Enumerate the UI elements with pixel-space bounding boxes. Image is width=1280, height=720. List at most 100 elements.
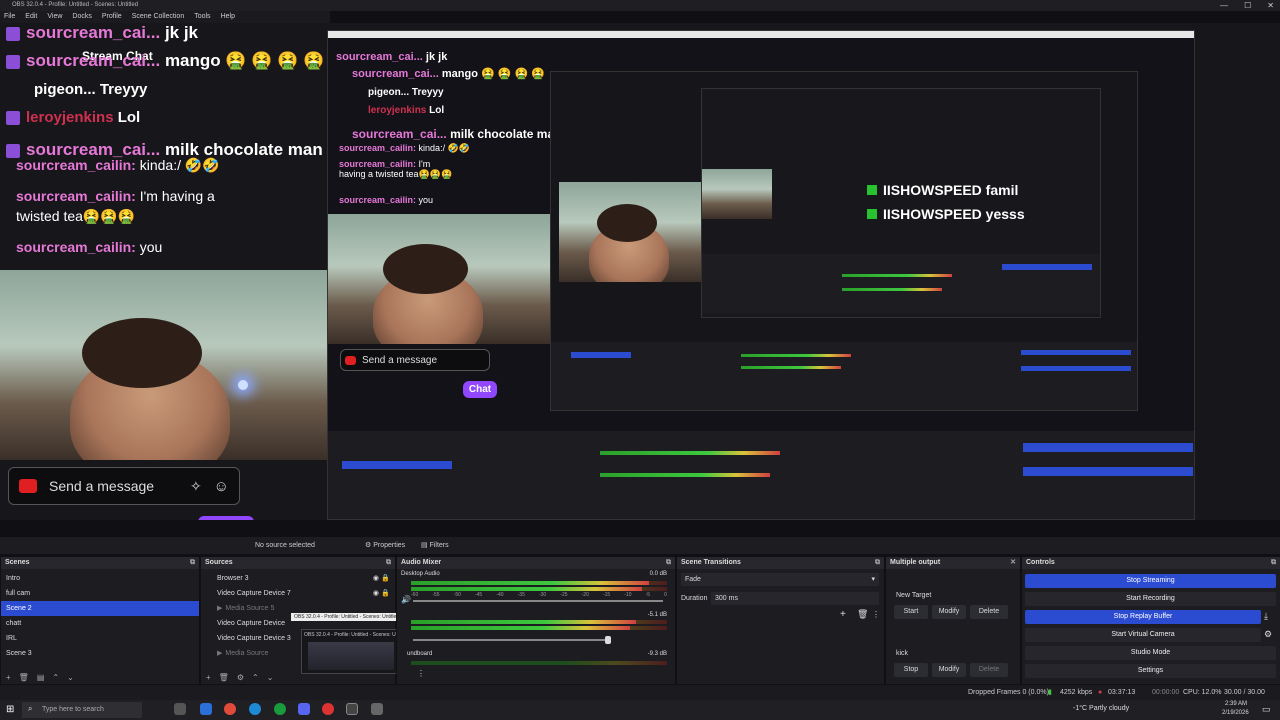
delete-button[interactable]: Delete [970,663,1008,677]
nested-chat-message: sourcream_cailin: I'm having a twisted t… [339,159,453,179]
delete-button[interactable]: Delete [970,605,1008,619]
minimize-icon[interactable]: — [1220,0,1228,11]
chat-message: sourcream_cailin: kinda:/ 🤣🤣 [16,157,220,173]
menu-edit[interactable]: Edit [25,11,37,23]
obs-icon[interactable] [346,703,358,715]
modify-button[interactable]: Modify [932,605,966,619]
menu-scene-collection[interactable]: Scene Collection [132,11,185,23]
add-icon[interactable]: + [6,673,11,682]
add-icon[interactable]: + [840,609,846,620]
up-icon[interactable]: ⌃ [252,673,259,682]
source-item[interactable]: Browser 3 ◉ 🔒 [201,571,395,586]
start-recording-button[interactable]: Start Recording [1025,592,1276,606]
eye-icon[interactable]: ◉ [373,586,379,601]
studio-mode-button[interactable]: Studio Mode [1025,646,1276,660]
settings-icon[interactable] [371,703,383,715]
sparkle-icon[interactable]: ✧ [190,478,202,495]
emoji-icon[interactable]: ☺ [214,478,229,495]
dock-menu-icon[interactable]: ⧉ [1271,557,1276,569]
track-db: -9.3 dB [647,651,667,657]
gear-icon[interactable]: ⚙ [1264,629,1272,640]
settings-button[interactable]: Settings [1025,664,1276,678]
gear-icon[interactable]: ⚙ [237,673,244,682]
menu-docks[interactable]: Docks [72,11,91,23]
dock-menu-icon[interactable]: ⧉ [386,557,391,569]
nested-meter [842,274,952,277]
dock-menu-icon[interactable]: ⧉ [190,557,195,569]
db-tick: -20 [581,592,589,598]
filter-icon[interactable]: ▤ [37,673,45,682]
edge-icon[interactable] [200,703,212,715]
properties-button[interactable]: ⚙ Properties [365,537,405,554]
send-message-box[interactable]: Send a message ✧ ☺ [8,467,240,505]
program-preview[interactable]: sourcream_cai... jk jk Stream Chat sourc… [0,23,1280,520]
menu-view[interactable]: View [47,11,62,23]
volume-slider[interactable] [413,600,663,602]
notification-icon[interactable]: ▭ [1262,704,1271,715]
volume-slider[interactable] [413,639,608,641]
bitrate: 4252 kbps [1060,689,1093,696]
lock-icon[interactable]: 🔒 [381,586,390,601]
down-icon[interactable]: ⌄ [267,673,274,682]
scene-item[interactable]: IRL [1,631,199,646]
down-icon[interactable]: ⌄ [67,673,74,682]
scene-item[interactable]: full cam [1,586,199,601]
chrome-icon[interactable] [224,703,236,715]
speaker-icon[interactable]: 🔊 [401,595,411,604]
modify-button[interactable]: Modify [932,663,966,677]
weather[interactable]: -1°C Partly cloudy [1073,705,1129,712]
multiple-output-header: Multiple output ✕ [886,557,1020,569]
stop-button[interactable]: Stop [894,663,928,677]
clock-date[interactable]: 2/19/2026 [1222,710,1249,716]
discord-icon[interactable] [298,703,310,715]
close-icon[interactable]: ✕ [1267,0,1274,11]
menu-file[interactable]: File [4,11,15,23]
save-replay-icon[interactable]: ⤓ [1264,611,1268,622]
window-title: OBS 32.0.4 - Profile: Untitled - Scenes:… [0,0,1280,11]
scene-item[interactable]: chatt [1,616,199,631]
more-icon[interactable]: ⋮ [417,669,425,678]
start-button[interactable]: Start [894,605,928,619]
menu-help[interactable]: Help [221,11,235,23]
lock-icon[interactable]: 🔒 [381,571,390,586]
dock-menu-icon[interactable]: ⧉ [666,557,671,569]
browser-icon[interactable] [249,703,261,715]
add-icon[interactable]: + [206,673,211,682]
transition-select[interactable]: Fade ▾ [681,573,879,586]
play-icon[interactable]: ▶ [217,650,222,657]
source-item[interactable]: Video Capture Device 7 ◉ 🔒 [201,586,395,601]
level-meter [411,626,630,630]
menu-profile[interactable]: Profile [102,11,122,23]
stop-replay-buffer-button[interactable]: Stop Replay Buffer [1025,610,1261,624]
trash-icon[interactable]: 🗑 [857,609,868,620]
hair-shape [597,204,657,242]
dock-menu-icon[interactable]: ⧉ [875,557,880,569]
duration-input[interactable]: 300 ms [711,592,879,605]
scene-item[interactable]: Scene 3 [1,646,199,661]
task-view-icon[interactable] [174,703,186,715]
close-icon[interactable]: ✕ [1010,557,1016,569]
up-icon[interactable]: ⌃ [52,673,59,682]
taskbar-search[interactable]: Type here to search [22,702,142,718]
menu-tools[interactable]: Tools [194,11,210,23]
chat-button[interactable]: Chat [198,516,254,520]
scene-item[interactable]: Intro [1,571,199,586]
nested-preview: sourcream_cai... jk jk sourcream_cai... … [327,30,1195,520]
nested-ctrl [1021,366,1131,371]
trash-icon[interactable]: 🗑 [19,673,29,682]
trash-icon[interactable]: 🗑 [219,673,229,682]
clock-time[interactable]: 2:39 AM [1225,701,1247,707]
windows-start-icon[interactable]: ⊞ [6,704,14,715]
more-icon[interactable]: ⋮ [872,610,880,619]
eye-icon[interactable]: ◉ [373,571,379,586]
start-virtual-camera-button[interactable]: Start Virtual Camera [1025,628,1261,642]
maximize-icon[interactable]: ☐ [1244,0,1251,11]
volume-handle[interactable] [605,636,611,644]
sources-toolbar: + 🗑 ⚙ ⌃ ⌄ [201,670,395,684]
filters-button[interactable]: ▤ Filters [421,537,449,554]
scene-item-selected[interactable]: Scene 2 [1,601,199,616]
stop-streaming-button[interactable]: Stop Streaming [1025,574,1276,588]
app-icon[interactable] [322,703,334,715]
play-icon[interactable]: ▶ [217,605,222,612]
xbox-icon[interactable] [274,703,286,715]
